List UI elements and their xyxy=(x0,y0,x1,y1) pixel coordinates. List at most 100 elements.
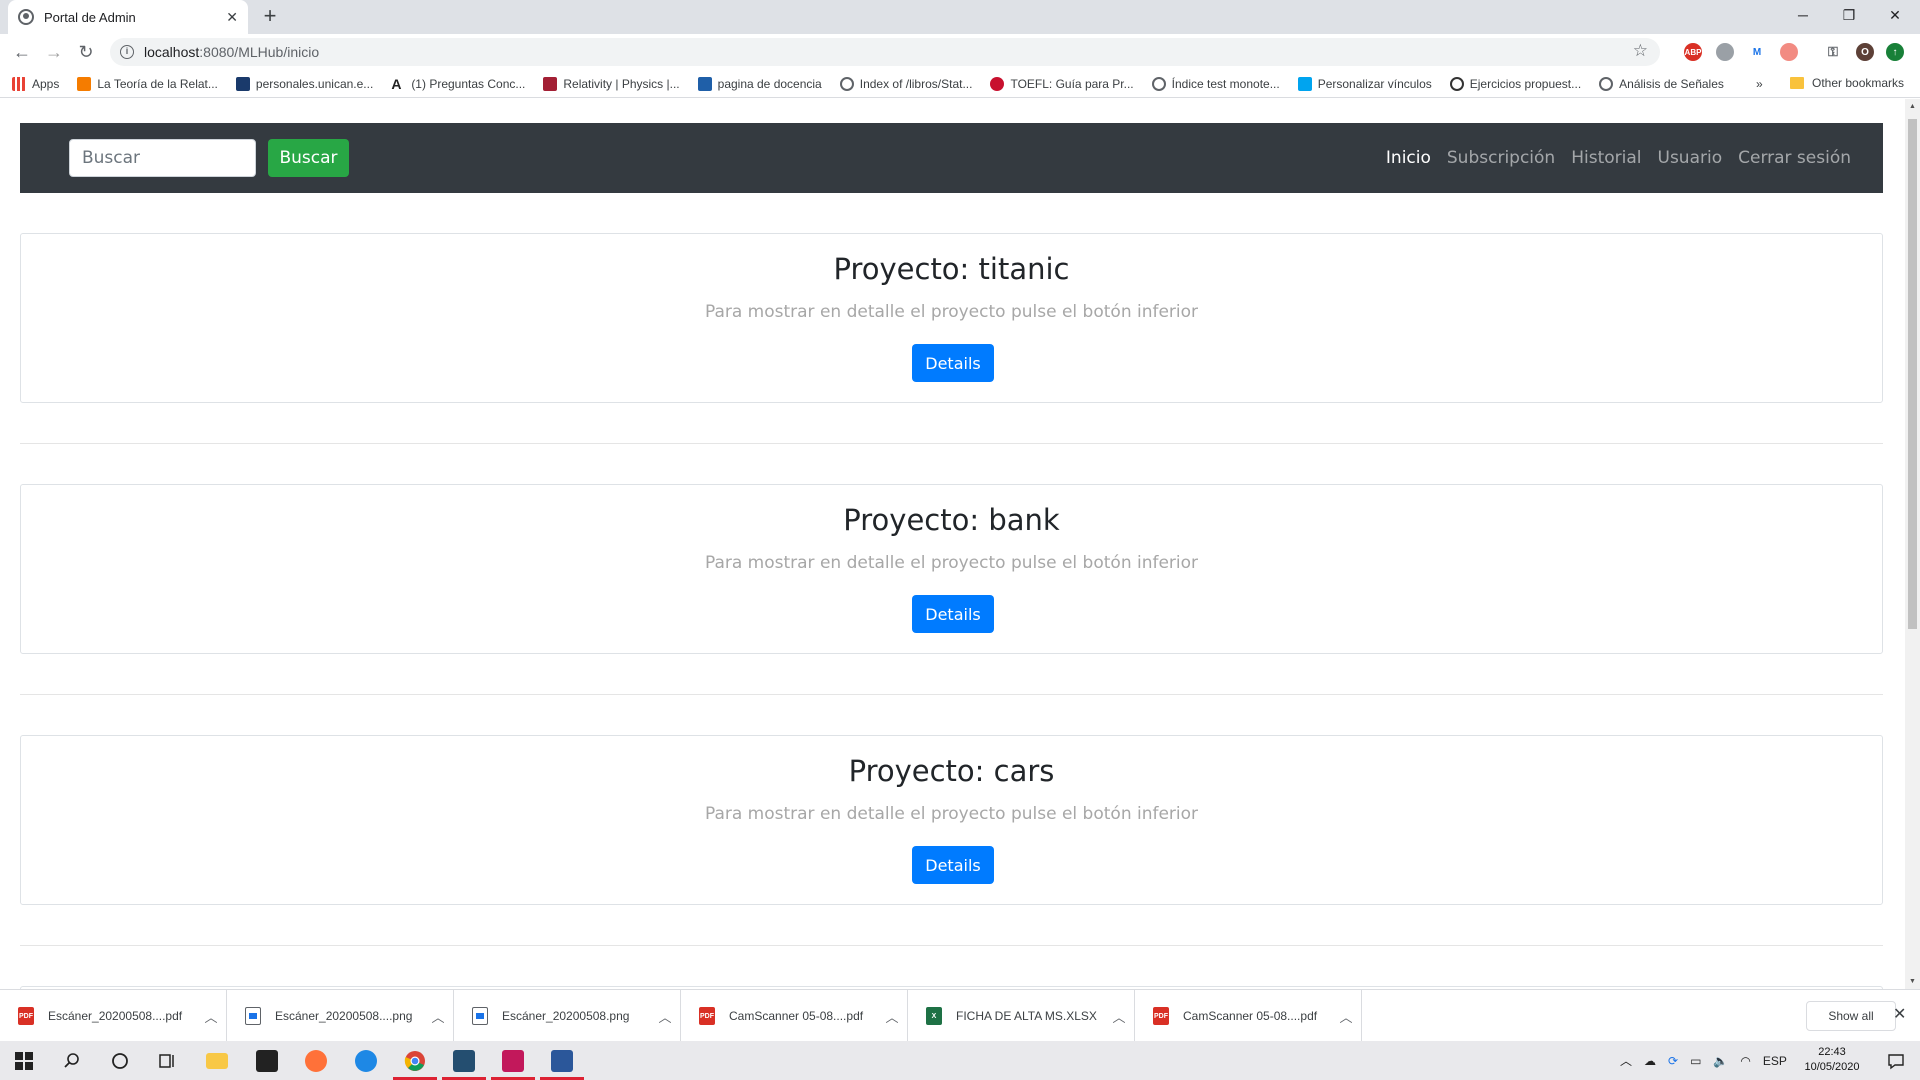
site-info-icon[interactable]: i xyxy=(120,45,134,59)
bookmark-item[interactable]: TOEFL: Guía para Pr... xyxy=(990,76,1134,91)
notifications-icon[interactable] xyxy=(1872,1041,1920,1080)
windows-start-icon[interactable] xyxy=(0,1041,48,1080)
chevron-up-icon[interactable]: ︿ xyxy=(1104,1007,1134,1026)
chevron-up-icon[interactable]: ︿ xyxy=(1620,1052,1632,1069)
browser-tab[interactable]: Portal de Admin ✕ xyxy=(8,0,248,34)
scroll-up-icon[interactable]: ▲ xyxy=(1909,103,1916,110)
project-title: Proyecto: bank xyxy=(843,503,1060,537)
search-button[interactable]: Buscar xyxy=(268,139,349,177)
folder-icon xyxy=(1790,77,1804,89)
details-button[interactable]: Details xyxy=(912,344,994,382)
project-card: Proyecto: cars Para mostrar en detalle e… xyxy=(20,735,1883,905)
more-bookmarks-button[interactable]: » xyxy=(1756,77,1763,91)
scrollbar-thumb[interactable] xyxy=(1908,119,1917,629)
extension-pocket-icon[interactable] xyxy=(1780,43,1798,61)
globe-icon xyxy=(839,76,854,91)
toefl-icon xyxy=(990,76,1005,91)
profile-avatar[interactable]: O xyxy=(1856,43,1874,61)
url-host: localhost xyxy=(144,44,200,60)
vertical-scrollbar[interactable]: ▲ ▼ xyxy=(1905,99,1920,989)
scroll-down-icon[interactable]: ▼ xyxy=(1909,978,1916,985)
pdf-icon: PDF xyxy=(18,1007,34,1025)
close-icon[interactable]: ✕ xyxy=(1893,1004,1906,1024)
sync-icon[interactable]: ⟳ xyxy=(1668,1054,1678,1068)
download-name: CamScanner 05-08....pdf xyxy=(729,1009,864,1023)
bookmark-item[interactable]: personales.unican.e... xyxy=(235,76,373,91)
forward-icon[interactable]: → xyxy=(38,38,70,66)
file-explorer-icon[interactable] xyxy=(193,1041,241,1080)
bookmark-item[interactable]: Índice test monote... xyxy=(1151,76,1280,91)
globe-icon xyxy=(18,9,34,25)
bookmark-star-icon[interactable]: ☆ xyxy=(1633,41,1648,61)
details-button[interactable]: Details xyxy=(912,846,994,884)
edge-icon[interactable] xyxy=(342,1041,390,1080)
other-bookmarks-button[interactable]: Other bookmarks xyxy=(1790,76,1904,90)
battery-icon[interactable]: ▭ xyxy=(1690,1054,1701,1068)
divider xyxy=(20,945,1883,946)
nav-link-inicio[interactable]: Inicio xyxy=(1386,148,1431,168)
chrome-icon[interactable] xyxy=(391,1041,439,1080)
nav-link-historial[interactable]: Historial xyxy=(1571,148,1641,168)
project-card: Proyecto: titanic Para mostrar en detall… xyxy=(20,233,1883,403)
restore-icon[interactable]: ❐ xyxy=(1826,0,1872,30)
new-tab-button[interactable]: + xyxy=(258,4,282,28)
chevron-up-icon[interactable]: ︿ xyxy=(196,1007,226,1026)
bookmark-item[interactable]: pagina de docencia xyxy=(697,76,822,91)
details-button[interactable]: Details xyxy=(912,595,994,633)
bookmark-item[interactable]: A (1) Preguntas Conc... xyxy=(391,77,525,91)
download-name: CamScanner 05-08....pdf xyxy=(1183,1009,1318,1023)
download-item[interactable]: Escáner_20200508.png ︿ xyxy=(454,990,681,1042)
bookmark-item[interactable]: Relativity | Physics |... xyxy=(543,76,680,91)
mit-icon xyxy=(543,76,558,91)
chevron-up-icon[interactable]: ︿ xyxy=(1331,1007,1361,1026)
project-title: Proyecto: titanic xyxy=(833,252,1070,286)
extension-circle-icon[interactable] xyxy=(1716,43,1734,61)
onedrive-icon[interactable]: ☁ xyxy=(1644,1054,1656,1068)
key-icon[interactable]: ⚿ xyxy=(1824,43,1842,61)
download-item[interactable]: PDF Escáner_20200508....pdf ︿ xyxy=(0,990,227,1042)
address-bar[interactable]: i localhost:8080/MLHub/inicio ☆ xyxy=(110,38,1660,66)
nav-link-usuario[interactable]: Usuario xyxy=(1658,148,1723,168)
download-name: FICHA DE ALTA MS.XLSX xyxy=(956,1009,1097,1023)
word-icon[interactable] xyxy=(538,1041,586,1080)
download-item[interactable]: Escáner_20200508....png ︿ xyxy=(227,990,454,1042)
nav-link-subscripcion[interactable]: Subscripción xyxy=(1447,148,1555,168)
firefox-icon[interactable] xyxy=(292,1041,340,1080)
bookmark-item[interactable]: Personalizar vínculos xyxy=(1297,76,1432,91)
blogger-icon xyxy=(77,76,92,91)
download-item[interactable]: PDF CamScanner 05-08....pdf ︿ xyxy=(1135,990,1362,1042)
download-item[interactable]: PDF CamScanner 05-08....pdf ︿ xyxy=(681,990,908,1042)
chevron-up-icon[interactable]: ︿ xyxy=(423,1007,453,1026)
update-icon[interactable]: ↑ xyxy=(1886,43,1904,61)
search-icon[interactable] xyxy=(48,1041,96,1080)
bookmark-item[interactable]: Index of /libros/Stat... xyxy=(839,76,972,91)
downloads-bar: PDF Escáner_20200508....pdf ︿ Escáner_20… xyxy=(0,989,1920,1042)
bookmark-item[interactable]: Análisis de Señales xyxy=(1599,76,1724,91)
project-title: Proyecto: cars xyxy=(848,754,1055,788)
bookmark-item[interactable]: Ejercicios propuest... xyxy=(1449,76,1581,91)
bookmark-item[interactable]: Apps xyxy=(12,76,59,91)
back-icon[interactable]: ← xyxy=(6,38,38,66)
mysql-workbench-icon[interactable] xyxy=(440,1041,488,1080)
show-all-button[interactable]: Show all xyxy=(1806,1001,1896,1031)
close-tab-icon[interactable]: ✕ xyxy=(226,9,238,26)
wifi-icon[interactable]: ◠ xyxy=(1740,1054,1750,1068)
store-icon[interactable] xyxy=(243,1041,291,1080)
bookmark-item[interactable]: La Teoría de la Relat... xyxy=(77,76,218,91)
adblock-extension-icon[interactable]: ABP xyxy=(1684,43,1702,61)
close-window-icon[interactable]: ✕ xyxy=(1872,0,1918,30)
intellij-icon[interactable] xyxy=(489,1041,537,1080)
reload-icon[interactable]: ↻ xyxy=(70,38,102,66)
minimize-icon[interactable]: ─ xyxy=(1780,0,1826,30)
volume-icon[interactable]: 🔈 xyxy=(1713,1054,1728,1068)
task-view-icon[interactable] xyxy=(144,1041,192,1080)
chevron-up-icon[interactable]: ︿ xyxy=(650,1007,680,1026)
cortana-icon[interactable] xyxy=(96,1041,144,1080)
chevron-up-icon[interactable]: ︿ xyxy=(877,1007,907,1026)
extension-m-icon[interactable]: M xyxy=(1748,43,1766,61)
tab-title: Portal de Admin xyxy=(44,9,136,25)
windows-taskbar: ︿ ☁ ⟳ ▭ 🔈 ◠ ESP 22:43 10/05/2020 xyxy=(0,1041,1920,1080)
download-item[interactable]: X FICHA DE ALTA MS.XLSX ︿ xyxy=(908,990,1135,1042)
search-input[interactable] xyxy=(69,139,256,177)
nav-link-cerrar-sesion[interactable]: Cerrar sesión xyxy=(1738,148,1851,168)
